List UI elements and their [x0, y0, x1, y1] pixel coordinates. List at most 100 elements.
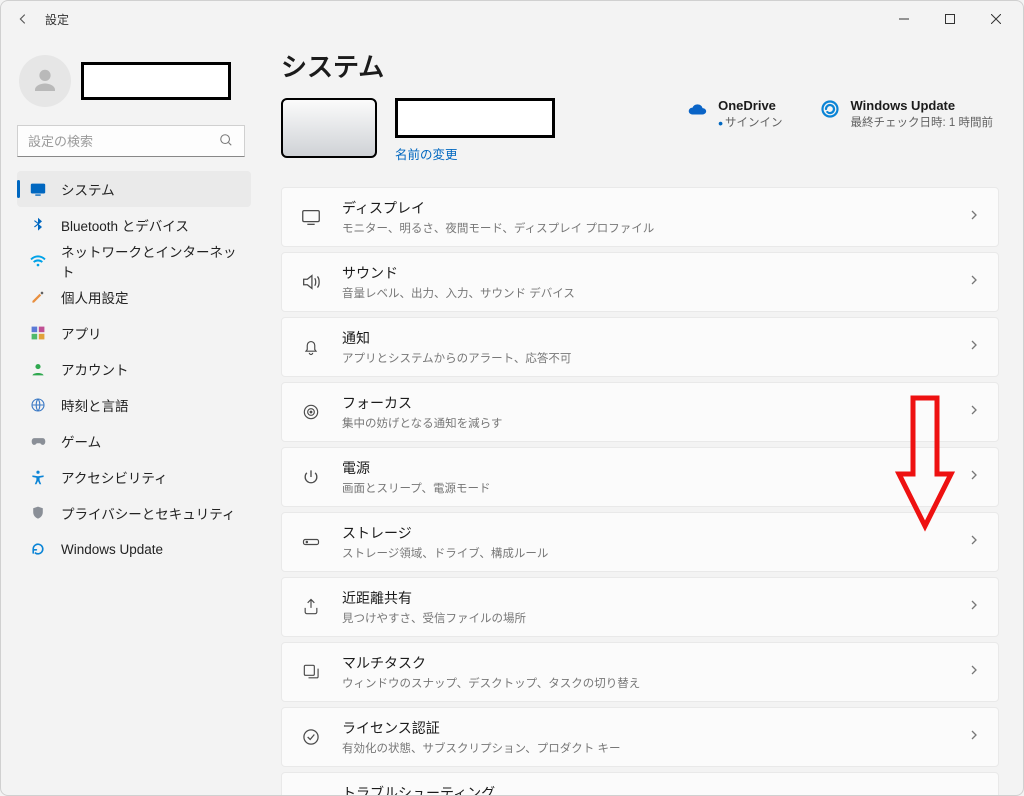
chevron-right-icon — [968, 338, 980, 356]
card-title: 通知 — [342, 328, 571, 348]
nav-label: Bluetooth とデバイス — [61, 215, 189, 235]
nav-label: 時刻と言語 — [61, 395, 129, 415]
chevron-right-icon — [968, 208, 980, 226]
update-title: Windows Update — [851, 98, 993, 113]
card-title: マルチタスク — [342, 653, 640, 673]
card-desc: 見つけやすさ、受信ファイルの場所 — [342, 610, 526, 626]
maximize-button[interactable] — [927, 3, 973, 35]
nav-label: アクセシビリティ — [61, 467, 168, 487]
card-activation[interactable]: ライセンス認証有効化の状態、サブスクリプション、プロダクト キー — [281, 707, 999, 767]
nav-label: ネットワークとインターネット — [61, 241, 241, 281]
card-desc: モニター、明るさ、夜間モード、ディスプレイ プロファイル — [342, 220, 654, 236]
nav-personalization[interactable]: 個人用設定 — [17, 279, 251, 315]
device-name-redacted — [395, 98, 555, 138]
profile-name-redacted — [81, 62, 231, 100]
nav: システム Bluetooth とデバイス ネットワークとインターネット 個人用設… — [17, 171, 251, 567]
check-circle-icon — [300, 726, 322, 748]
nav-network[interactable]: ネットワークとインターネット — [17, 243, 251, 279]
card-display[interactable]: ディスプレイモニター、明るさ、夜間モード、ディスプレイ プロファイル — [281, 187, 999, 247]
nav-apps[interactable]: アプリ — [17, 315, 251, 351]
brush-icon — [29, 288, 47, 306]
wifi-icon — [29, 252, 47, 270]
card-desc: 有効化の状態、サブスクリプション、プロダクト キー — [342, 740, 621, 756]
display-icon — [300, 206, 322, 228]
settings-window: 設定 システム — [0, 0, 1024, 796]
profile-row[interactable] — [19, 55, 251, 107]
nav-label: 個人用設定 — [61, 287, 129, 307]
onedrive-sub: •サインイン — [718, 114, 782, 131]
update-status-icon — [819, 98, 841, 120]
apps-icon — [29, 324, 47, 342]
rename-link[interactable]: 名前の変更 — [395, 144, 555, 163]
card-title: 電源 — [342, 458, 490, 478]
nav-label: Windows Update — [61, 542, 163, 557]
storage-icon — [300, 531, 322, 553]
account-icon — [29, 360, 47, 378]
nav-accessibility[interactable]: アクセシビリティ — [17, 459, 251, 495]
share-icon — [300, 596, 322, 618]
main-content: システム 名前の変更 OneDrive •サインイン — [259, 37, 1023, 795]
windows-update-block[interactable]: Windows Update 最終チェック日時: 1 時間前 — [819, 98, 993, 131]
window-title: 設定 — [45, 11, 69, 28]
nav-gaming[interactable]: ゲーム — [17, 423, 251, 459]
sidebar: システム Bluetooth とデバイス ネットワークとインターネット 個人用設… — [1, 37, 259, 795]
chevron-right-icon — [968, 598, 980, 616]
search-input[interactable] — [17, 125, 245, 157]
nav-label: アカウント — [61, 359, 129, 379]
card-title: 近距離共有 — [342, 588, 526, 608]
wrench-icon — [300, 791, 322, 795]
close-button[interactable] — [973, 3, 1019, 35]
nav-time-language[interactable]: 時刻と言語 — [17, 387, 251, 423]
card-desc: ストレージ領域、ドライブ、構成ルール — [342, 545, 548, 561]
device-info: 名前の変更 — [395, 98, 555, 163]
card-multitasking[interactable]: マルチタスクウィンドウのスナップ、デスクトップ、タスクの切り替え — [281, 642, 999, 702]
sound-icon — [300, 271, 322, 293]
focus-icon — [300, 401, 322, 423]
nav-bluetooth[interactable]: Bluetooth とデバイス — [17, 207, 251, 243]
nav-windows-update[interactable]: Windows Update — [17, 531, 251, 567]
nav-label: プライバシーとセキュリティ — [61, 503, 235, 523]
nav-label: ゲーム — [61, 431, 101, 451]
card-notifications[interactable]: 通知アプリとシステムからのアラート、応答不可 — [281, 317, 999, 377]
chevron-right-icon — [968, 728, 980, 746]
card-troubleshoot[interactable]: トラブルシューティング推奨されるトラブルシューティングツール、設定、履歴 — [281, 772, 999, 795]
onedrive-block[interactable]: OneDrive •サインイン — [686, 98, 782, 131]
device-thumbnail — [281, 98, 377, 158]
gaming-icon — [29, 432, 47, 450]
nav-system[interactable]: システム — [17, 171, 251, 207]
card-storage[interactable]: ストレージストレージ領域、ドライブ、構成ルール — [281, 512, 999, 572]
bluetooth-icon — [29, 216, 47, 234]
card-title: フォーカス — [342, 393, 502, 413]
globe-icon — [29, 396, 47, 414]
card-sound[interactable]: サウンド音量レベル、出力、入力、サウンド デバイス — [281, 252, 999, 312]
window-controls — [881, 3, 1019, 35]
chevron-right-icon — [968, 533, 980, 551]
nav-accounts[interactable]: アカウント — [17, 351, 251, 387]
back-button[interactable] — [15, 11, 31, 27]
page-title: システム — [281, 47, 999, 84]
search-icon — [219, 133, 233, 147]
multitask-icon — [300, 661, 322, 683]
power-icon — [300, 466, 322, 488]
search-wrap — [17, 125, 251, 157]
minimize-button[interactable] — [881, 3, 927, 35]
chevron-right-icon — [968, 468, 980, 486]
chevron-right-icon — [968, 273, 980, 291]
device-header: 名前の変更 OneDrive •サインイン Windows Update — [281, 98, 999, 163]
card-focus[interactable]: フォーカス集中の妨げとなる通知を減らす — [281, 382, 999, 442]
card-title: ライセンス認証 — [342, 718, 621, 738]
system-icon — [29, 180, 47, 198]
avatar — [19, 55, 71, 107]
card-desc: 集中の妨げとなる通知を減らす — [342, 415, 502, 431]
chevron-right-icon — [968, 663, 980, 681]
card-power[interactable]: 電源画面とスリープ、電源モード — [281, 447, 999, 507]
status-blocks: OneDrive •サインイン Windows Update 最終チェック日時:… — [686, 98, 993, 131]
card-desc: 画面とスリープ、電源モード — [342, 480, 490, 496]
update-sub: 最終チェック日時: 1 時間前 — [851, 114, 993, 130]
card-desc: 音量レベル、出力、入力、サウンド デバイス — [342, 285, 575, 301]
onedrive-icon — [686, 98, 708, 120]
nav-privacy[interactable]: プライバシーとセキュリティ — [17, 495, 251, 531]
card-nearby-share[interactable]: 近距離共有見つけやすさ、受信ファイルの場所 — [281, 577, 999, 637]
nav-label: システム — [61, 179, 115, 199]
shield-icon — [29, 504, 47, 522]
